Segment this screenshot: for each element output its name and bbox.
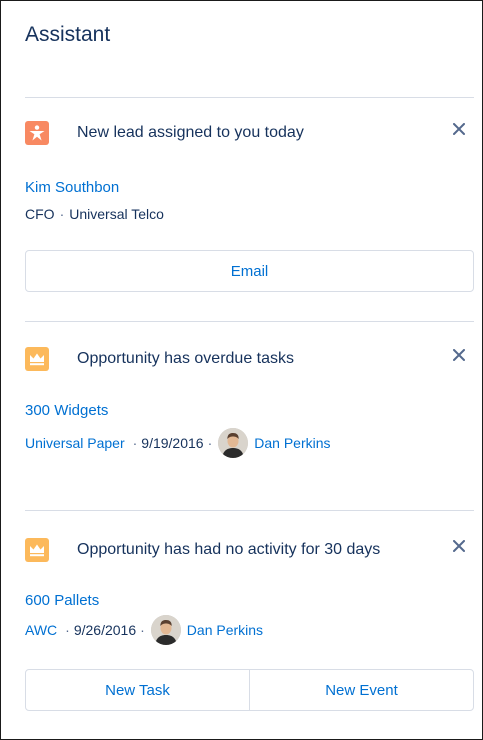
opportunity-crown-icon bbox=[25, 538, 49, 562]
separator: · bbox=[207, 435, 213, 451]
opportunity-link[interactable]: 300 Widgets bbox=[25, 402, 108, 419]
separator: · bbox=[140, 622, 145, 638]
avatar bbox=[150, 615, 181, 645]
card-heading: New lead assigned to you today bbox=[77, 124, 304, 141]
avatar bbox=[218, 428, 249, 458]
card-header: Opportunity has overdue tasks bbox=[25, 344, 474, 374]
opportunity-card: Opportunity has overdue tasks 300 Widget… bbox=[25, 344, 474, 458]
new-event-button[interactable]: New Event bbox=[249, 670, 473, 710]
lead-star-icon bbox=[25, 121, 49, 145]
close-icon[interactable] bbox=[450, 346, 468, 364]
close-icon[interactable] bbox=[450, 537, 468, 555]
opportunity-link[interactable]: 600 Pallets bbox=[25, 592, 99, 609]
action-button-group: New Task New Event bbox=[25, 669, 474, 711]
separator: · bbox=[65, 622, 70, 638]
owner-link[interactable]: Dan Perkins bbox=[254, 435, 330, 451]
date: 9/26/2016 bbox=[73, 622, 137, 638]
card-header: New lead assigned to you today bbox=[25, 118, 474, 148]
assistant-panel: Assistant New lead assigned to you today… bbox=[0, 0, 483, 740]
divider bbox=[25, 510, 474, 511]
account-link[interactable]: Universal Paper bbox=[25, 435, 125, 451]
email-button[interactable]: Email bbox=[25, 250, 474, 292]
lead-meta: CFO · Universal Telco bbox=[25, 206, 164, 222]
owner-link[interactable]: Dan Perkins bbox=[187, 622, 263, 638]
lead-name-link[interactable]: Kim Southbon bbox=[25, 179, 119, 196]
close-icon[interactable] bbox=[450, 120, 468, 138]
divider bbox=[25, 321, 474, 322]
panel-title: Assistant bbox=[25, 23, 111, 46]
opportunity-meta: AWC · 9/26/2016 · Dan Perkins bbox=[25, 615, 263, 645]
opportunity-crown-icon bbox=[25, 347, 49, 371]
divider bbox=[25, 97, 474, 98]
card-heading: Opportunity has overdue tasks bbox=[77, 350, 295, 367]
separator: · bbox=[59, 206, 65, 222]
card-header: Opportunity has had no activity for 30 d… bbox=[25, 535, 474, 565]
card-heading: Opportunity has had no activity for 30 d… bbox=[77, 541, 381, 558]
lead-company: Universal Telco bbox=[69, 206, 164, 222]
new-task-button[interactable]: New Task bbox=[26, 670, 249, 710]
date: 9/19/2016 bbox=[141, 435, 204, 451]
opportunity-card: Opportunity has had no activity for 30 d… bbox=[25, 535, 474, 711]
separator: · bbox=[132, 435, 138, 451]
opportunity-meta: Universal Paper · 9/19/2016 · Dan Perkin… bbox=[25, 428, 331, 458]
lead-card: New lead assigned to you today Kim South… bbox=[25, 118, 474, 292]
account-link[interactable]: AWC bbox=[25, 622, 57, 638]
lead-title: CFO bbox=[25, 206, 55, 222]
